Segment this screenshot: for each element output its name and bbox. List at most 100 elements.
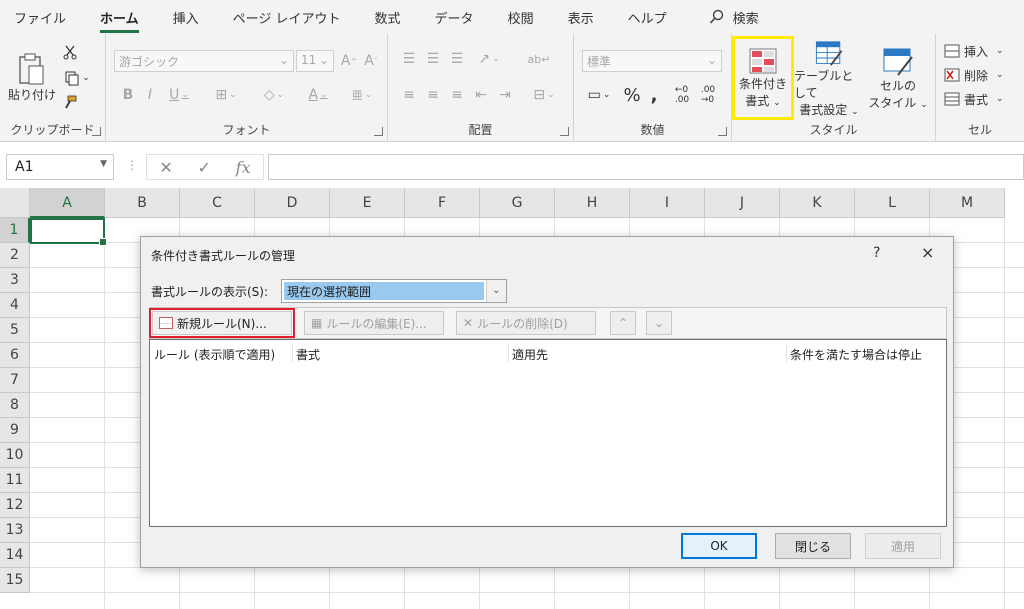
align-center-icon[interactable]: ≡	[422, 84, 444, 106]
alignment-launcher[interactable]	[560, 127, 569, 136]
bold-icon[interactable]: B	[118, 84, 138, 106]
phonetic-icon[interactable]: 亜 ⌄	[342, 84, 382, 106]
borders-icon[interactable]: ⊞ ⌄	[206, 84, 246, 106]
name-box[interactable]: A1 ▼	[6, 154, 114, 180]
column-header[interactable]: F	[405, 188, 480, 218]
font-size-combo[interactable]: 11 ⌄	[296, 50, 334, 72]
cell-styles-button[interactable]: セルの スタイル ⌄	[866, 40, 930, 118]
row-header[interactable]: 3	[0, 268, 30, 293]
new-rule-button[interactable]: 新規ルール(N)...	[149, 308, 295, 338]
column-header[interactable]: H	[555, 188, 630, 218]
font-color-icon[interactable]: A ⌄	[298, 84, 338, 106]
row-header[interactable]: 5	[0, 318, 30, 343]
column-header[interactable]: J	[705, 188, 780, 218]
decrease-indent-icon[interactable]: ⇤	[470, 84, 492, 106]
orientation-icon[interactable]: ↗ ⌄	[472, 48, 506, 70]
row-header[interactable]: 12	[0, 493, 30, 518]
row-header[interactable]: 9	[0, 418, 30, 443]
comma-icon[interactable]: ,	[646, 84, 662, 106]
cancel-icon[interactable]: ✕	[159, 158, 172, 177]
column-header[interactable]: E	[330, 188, 405, 218]
insert-function-icon[interactable]: fx	[236, 158, 251, 177]
format-cells-button[interactable]: 書式 ⌄	[944, 88, 1020, 110]
number-format-combo[interactable]: 標準 ⌄	[582, 50, 722, 72]
tab-home[interactable]: ホーム	[100, 2, 139, 33]
tab-help[interactable]: ヘルプ	[628, 2, 667, 33]
row-header[interactable]: 10	[0, 443, 30, 468]
column-header[interactable]: B	[105, 188, 180, 218]
format-as-table-button[interactable]: テーブルとして 書式設定 ⌄	[794, 40, 864, 118]
cut-icon[interactable]	[60, 42, 80, 62]
ok-button[interactable]: OK	[681, 533, 757, 559]
row-header[interactable]: 11	[0, 468, 30, 493]
formula-input[interactable]	[268, 154, 1024, 180]
row-header[interactable]: 6	[0, 343, 30, 368]
enter-icon[interactable]: ✓	[198, 158, 211, 177]
column-header[interactable]: K	[780, 188, 855, 218]
font-name-combo[interactable]: 游ゴシック ⌄	[114, 50, 294, 72]
column-header[interactable]: L	[855, 188, 930, 218]
move-down-button[interactable]: ⌄	[646, 311, 672, 335]
italic-icon[interactable]: I	[140, 84, 160, 106]
close-icon[interactable]: ×	[921, 243, 934, 262]
align-left-icon[interactable]: ≡	[398, 84, 420, 106]
number-launcher[interactable]	[718, 127, 727, 136]
tab-formulas[interactable]: 数式	[375, 2, 401, 33]
align-middle-icon[interactable]: ☰	[422, 48, 444, 70]
chevron-down-icon[interactable]: ⌄	[486, 280, 506, 302]
shrink-font-icon[interactable]: Aˇ	[360, 50, 382, 72]
close-button[interactable]: 閉じる	[775, 533, 851, 559]
copy-icon[interactable]: ⌄	[60, 68, 94, 88]
column-header[interactable]: D	[255, 188, 330, 218]
delete-cells-button[interactable]: 削除 ⌄	[944, 64, 1020, 86]
apply-button[interactable]: 適用	[865, 533, 941, 559]
row-header[interactable]: 1	[0, 218, 30, 243]
rules-list[interactable]: ルール (表示順で適用) 書式 適用先 条件を満たす場合は停止	[149, 339, 947, 527]
fill-color-icon[interactable]: ◇ ⌄	[254, 84, 294, 106]
row-header[interactable]: 8	[0, 393, 30, 418]
grow-font-icon[interactable]: A ^	[338, 50, 360, 72]
tab-insert[interactable]: 挿入	[173, 2, 199, 33]
column-header[interactable]: M	[930, 188, 1005, 218]
help-button[interactable]: ?	[873, 245, 880, 261]
tab-page-layout[interactable]: ページ レイアウト	[233, 2, 341, 33]
align-right-icon[interactable]: ≡	[446, 84, 468, 106]
select-all-button[interactable]	[0, 188, 30, 218]
show-rules-select[interactable]: 現在の選択範囲 ⌄	[281, 279, 507, 303]
delete-rule-button[interactable]: ✕ ルールの削除(D)	[456, 311, 596, 335]
row-header[interactable]: 13	[0, 518, 30, 543]
row-header[interactable]: 7	[0, 368, 30, 393]
accounting-format-icon[interactable]: ▭ ⌄	[582, 84, 616, 106]
increase-decimal-icon[interactable]: ←0.00	[670, 84, 694, 106]
row-header[interactable]: 2	[0, 243, 30, 268]
font-launcher[interactable]	[374, 127, 383, 136]
align-bottom-icon[interactable]: ☰	[446, 48, 468, 70]
tab-review[interactable]: 校閲	[508, 2, 534, 33]
tab-view[interactable]: 表示	[568, 2, 594, 33]
column-header[interactable]: A	[30, 188, 105, 218]
row-header[interactable]: 15	[0, 568, 30, 593]
insert-cells-button[interactable]: 挿入 ⌄	[944, 40, 1020, 62]
clipboard-launcher[interactable]	[92, 127, 101, 136]
column-header[interactable]: I	[630, 188, 705, 218]
format-painter-icon[interactable]	[60, 92, 80, 112]
tab-data[interactable]: データ	[435, 2, 474, 33]
column-header[interactable]: C	[180, 188, 255, 218]
percent-icon[interactable]: %	[622, 84, 642, 106]
edit-rule-button[interactable]: ▦ ルールの編集(E)...	[304, 311, 444, 335]
tab-file[interactable]: ファイル	[14, 2, 66, 33]
conditional-formatting-button[interactable]: 条件付き 書式 ⌄	[732, 36, 794, 120]
column-header[interactable]: G	[480, 188, 555, 218]
row-header[interactable]: 4	[0, 293, 30, 318]
paste-button[interactable]: 貼り付け	[8, 42, 56, 112]
search-box[interactable]: 検索	[709, 2, 759, 33]
move-up-button[interactable]: ⌃	[610, 311, 636, 335]
underline-icon[interactable]: U ⌄	[162, 84, 196, 106]
wrap-text-icon[interactable]: ab↵	[526, 48, 552, 70]
decrease-decimal-icon[interactable]: .00 →0	[696, 84, 720, 106]
align-top-icon[interactable]: ☰	[398, 48, 420, 70]
increase-indent-icon[interactable]: ⇥	[494, 84, 516, 106]
active-cell[interactable]	[30, 218, 107, 246]
merge-center-icon[interactable]: ⊟ ⌄	[524, 84, 564, 106]
row-header[interactable]: 14	[0, 543, 30, 568]
